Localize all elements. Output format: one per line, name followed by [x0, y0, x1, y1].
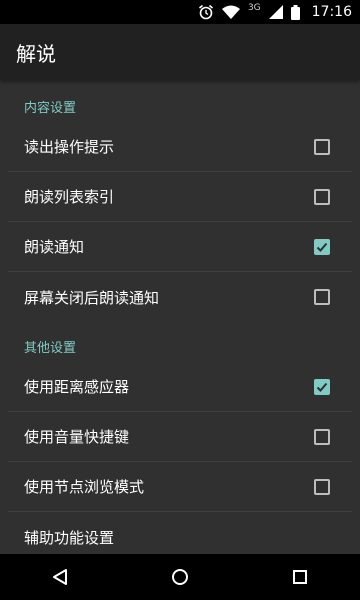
setting-row-list-index[interactable]: 朗读列表索引 [8, 172, 352, 222]
checkbox-checked[interactable] [314, 378, 330, 395]
setting-label: 使用距离感应器 [24, 378, 130, 396]
setting-row-volume-shortcut[interactable]: 使用音量快捷键 [8, 412, 352, 462]
setting-label: 屏幕关闭后朗读通知 [24, 288, 160, 307]
setting-label: 朗读通知 [24, 238, 85, 256]
status-icons: 3G 17:16 [198, 0, 352, 24]
checkbox-unchecked[interactable] [314, 188, 330, 205]
checkmark-icon [316, 382, 328, 392]
home-icon[interactable] [160, 557, 200, 597]
setting-label: 辅助功能设置 [24, 528, 115, 547]
clock: 17:16 [311, 4, 352, 20]
settings-list: 内容设置 读出操作提示 朗读列表索引 朗读通知 屏幕关闭后朗读通知 其他设置 使… [0, 80, 360, 554]
setting-label: 朗读列表索引 [24, 188, 115, 206]
setting-row-read-notifications[interactable]: 朗读通知 [8, 222, 352, 272]
setting-label: 读出操作提示 [24, 138, 115, 156]
setting-label: 使用音量快捷键 [24, 428, 130, 446]
checkbox-unchecked[interactable] [314, 138, 330, 155]
wifi-icon [221, 5, 240, 19]
navigation-bar [0, 554, 360, 600]
app-bar: 解说 [0, 24, 360, 80]
network-type-label: 3G [247, 3, 261, 13]
back-icon[interactable] [40, 557, 80, 597]
checkmark-icon [316, 242, 328, 252]
setting-row-node-browsing[interactable]: 使用节点浏览模式 [8, 462, 352, 512]
page-title: 解说 [16, 41, 56, 66]
setting-row-read-hints[interactable]: 读出操作提示 [8, 122, 352, 172]
setting-label: 使用节点浏览模式 [24, 478, 145, 496]
setting-row-proximity-sensor[interactable]: 使用距离感应器 [8, 362, 352, 412]
cellular-signal-icon [268, 5, 283, 19]
section-header-content: 内容设置 [24, 101, 77, 116]
checkbox-unchecked[interactable] [314, 478, 330, 495]
checkbox-unchecked[interactable] [314, 428, 330, 445]
setting-row-screen-off-notifications[interactable]: 屏幕关闭后朗读通知 [8, 272, 352, 322]
status-bar: 3G 17:16 [0, 0, 360, 24]
checkbox-checked[interactable] [314, 238, 330, 255]
section-header-other: 其他设置 [24, 341, 77, 356]
battery-icon [290, 4, 300, 20]
alarm-icon [198, 4, 214, 20]
recents-icon[interactable] [280, 557, 320, 597]
checkbox-unchecked[interactable] [314, 289, 330, 305]
